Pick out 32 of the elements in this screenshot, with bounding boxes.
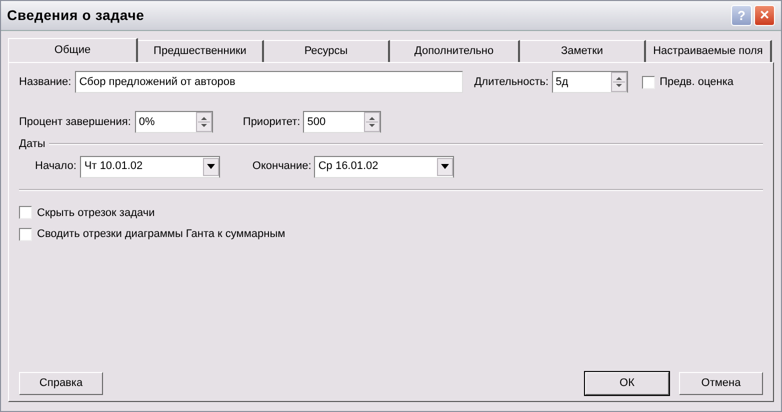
tab[interactable]: Заметки [520, 40, 646, 62]
spin-buttons[interactable] [364, 112, 380, 132]
checkbox-label: Скрыть отрезок задачи [37, 206, 155, 220]
checkbox-label: Предв. оценка [660, 74, 734, 90]
checkbox[interactable] [642, 76, 655, 88]
finish-date-dropdown[interactable]: Ср 16.01.02 [314, 156, 454, 178]
checkbox[interactable] [19, 228, 32, 241]
tab[interactable]: Общие [8, 38, 138, 62]
help-button[interactable]: Справка [19, 372, 103, 395]
tab[interactable]: Настраиваемые поля [646, 40, 772, 62]
tab[interactable]: Ресурсы [264, 40, 390, 62]
name-field[interactable]: Сбор предложений от авторов [75, 71, 464, 93]
field-label: Процент завершения: [19, 114, 131, 130]
checkbox[interactable] [19, 206, 32, 220]
checkbox-label: Сводить отрезки диаграммы Ганта к суммарным [37, 227, 286, 242]
group-title: Даты [19, 137, 46, 152]
start-date-dropdown[interactable]: Чт 10.01.02 [80, 156, 220, 178]
percent-field[interactable]: 0% [134, 111, 213, 133]
tab[interactable]: Дополнительно [390, 40, 520, 62]
spin-buttons[interactable] [196, 112, 212, 132]
tab[interactable]: Предшественники [138, 40, 264, 62]
spin-buttons[interactable] [610, 72, 627, 92]
field-label: Начало: [35, 159, 76, 174]
ok-button[interactable]: ОК [585, 372, 669, 395]
field-label: Окончание: [252, 159, 312, 174]
field-label: Длительность: [474, 74, 549, 90]
duration-field[interactable]: 5д [552, 71, 628, 93]
cancel-button[interactable]: Отмена [679, 372, 763, 395]
window-title: Сведения о задаче [7, 6, 144, 25]
field-label: Приоритет: [242, 114, 300, 130]
field-label: Название: [19, 74, 72, 90]
priority-field[interactable]: 500 [303, 111, 382, 133]
